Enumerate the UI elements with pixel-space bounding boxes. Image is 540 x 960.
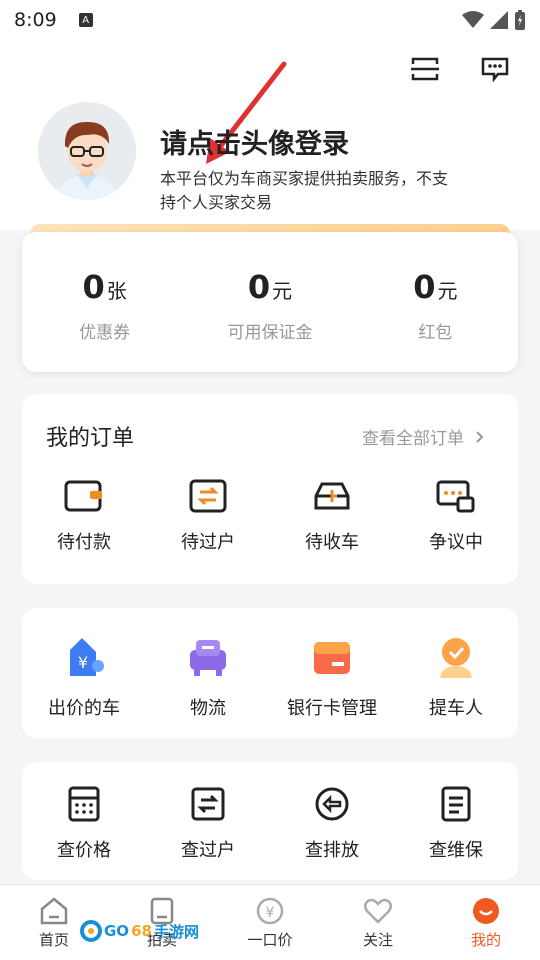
stat-unit: 张 [106, 279, 127, 303]
tab-mine[interactable]: 我的 [432, 885, 540, 960]
stat-unit: 元 [272, 279, 293, 303]
wallet-icon [64, 480, 102, 512]
fixed-price-icon: ¥ [256, 897, 284, 925]
login-title[interactable]: 请点击头像登录 [160, 122, 349, 161]
order-pending-payment[interactable]: 待付款 [22, 478, 146, 554]
stat-value: 0 [247, 268, 271, 306]
signal-icon [490, 11, 508, 29]
order-label: 争议中 [429, 532, 483, 553]
svg-text:¥: ¥ [266, 905, 275, 921]
wifi-icon [462, 11, 484, 28]
order-label: 待收车 [305, 532, 359, 553]
tool-label: 查价格 [57, 840, 111, 861]
transfer-icon [189, 479, 227, 513]
stats-card: 0张 优惠券 0元 可用保证金 0元 红包 [22, 232, 518, 372]
maintenance-icon [441, 786, 471, 822]
avatar[interactable] [38, 102, 136, 200]
stat-label: 可用保证金 [227, 323, 313, 343]
emission-icon [315, 787, 349, 821]
tool-check-maintenance[interactable]: 查维保 [394, 786, 518, 862]
view-all-label: 查看全部订单 [362, 429, 464, 449]
tab-fixed-price[interactable]: ¥ 一口价 [216, 885, 324, 960]
logistics-icon [190, 640, 226, 676]
message-button[interactable] [480, 54, 510, 84]
tool-label: 查排放 [305, 840, 359, 861]
tab-label: 关注 [362, 931, 393, 949]
dispute-icon [436, 480, 475, 513]
tab-label: 一口价 [247, 931, 293, 949]
tab-follow[interactable]: 关注 [324, 885, 432, 960]
tool-check-price[interactable]: 查价格 [22, 786, 146, 862]
notification-a-icon: A [78, 13, 93, 27]
car-icon [314, 482, 350, 510]
tool-label: 查维保 [429, 840, 483, 861]
tab-label: 我的 [470, 931, 501, 949]
heart-icon [364, 898, 392, 924]
header-actions [410, 54, 510, 84]
order-status-grid: 待付款 待过户 待收车 争议中 [22, 478, 518, 554]
tool-check-emission[interactable]: 查排放 [270, 786, 394, 862]
service-bank-cards[interactable]: 银行卡管理 [270, 636, 394, 720]
tool-label: 查过户 [181, 840, 235, 861]
stat-label: 优惠券 [79, 323, 131, 343]
price-tag-icon: ¥ [70, 638, 104, 676]
stat-deposit[interactable]: 0元 可用保证金 [187, 232, 352, 372]
service-label: 银行卡管理 [287, 698, 377, 719]
pickup-person-icon [440, 638, 472, 678]
service-label: 物流 [190, 698, 226, 719]
tool-check-transfer[interactable]: 查过户 [146, 786, 270, 862]
watermark-go: GO [104, 922, 130, 940]
watermark-68: 68 [131, 922, 152, 940]
svg-text:¥: ¥ [78, 653, 88, 672]
stat-value: 0 [82, 268, 105, 306]
stat-label: 红包 [418, 323, 453, 343]
order-label: 待付款 [57, 532, 111, 553]
stat-value: 0 [413, 268, 436, 306]
orders-title: 我的订单 [46, 426, 135, 451]
stat-unit: 元 [437, 279, 458, 303]
calculator-icon [68, 786, 100, 822]
profile-icon [473, 898, 499, 924]
status-right [462, 10, 526, 30]
service-label: 出价的车 [48, 698, 120, 719]
bank-card-icon [314, 642, 350, 674]
message-icon [481, 57, 509, 82]
order-pending-pickup[interactable]: 待收车 [270, 478, 394, 554]
order-label: 待过户 [181, 532, 235, 553]
status-time: 8:09 [14, 9, 57, 31]
tools-grid: 查价格 查过户 查排放 查维保 [22, 786, 518, 862]
service-label: 提车人 [429, 698, 483, 719]
status-bar: 8:09 A [0, 0, 540, 40]
stat-coupons[interactable]: 0张 优惠券 [22, 232, 187, 372]
home-icon [40, 897, 68, 925]
service-bid-cars[interactable]: ¥ 出价的车 [22, 636, 146, 720]
service-logistics[interactable]: 物流 [146, 636, 270, 720]
watermark-logo: GO 68 手游网 [80, 920, 199, 942]
chevron-right-icon [476, 430, 484, 443]
battery-icon [515, 10, 525, 30]
services-grid: ¥ 出价的车 物流 银行卡管理 提车人 [22, 636, 518, 720]
view-all-orders-link[interactable]: 查看全部订单 [362, 424, 484, 449]
watermark-text: 手游网 [153, 922, 199, 941]
profile-header: 请点击头像登录 本平台仅为车商买家提供拍卖服务，不支持个人买家交易 [0, 40, 540, 230]
watermark-c-icon [80, 920, 102, 942]
scan-icon [411, 57, 439, 81]
scan-button[interactable] [410, 54, 440, 84]
stat-red-packet[interactable]: 0元 红包 [353, 232, 518, 372]
tools-card: 查价格 查过户 查排放 查维保 [22, 762, 518, 880]
avatar-illustration [38, 102, 136, 200]
order-pending-transfer[interactable]: 待过户 [146, 478, 270, 554]
service-pickup-person[interactable]: 提车人 [394, 636, 518, 720]
order-disputed[interactable]: 争议中 [394, 478, 518, 554]
services-card: ¥ 出价的车 物流 银行卡管理 提车人 [22, 608, 518, 738]
check-transfer-icon [191, 787, 225, 821]
login-subtitle: 本平台仅为车商买家提供拍卖服务，不支持个人买家交易 [160, 169, 449, 212]
tab-label: 首页 [38, 931, 69, 949]
orders-card: 我的订单 查看全部订单 待付款 待过户 待收车 争议中 [22, 394, 518, 584]
